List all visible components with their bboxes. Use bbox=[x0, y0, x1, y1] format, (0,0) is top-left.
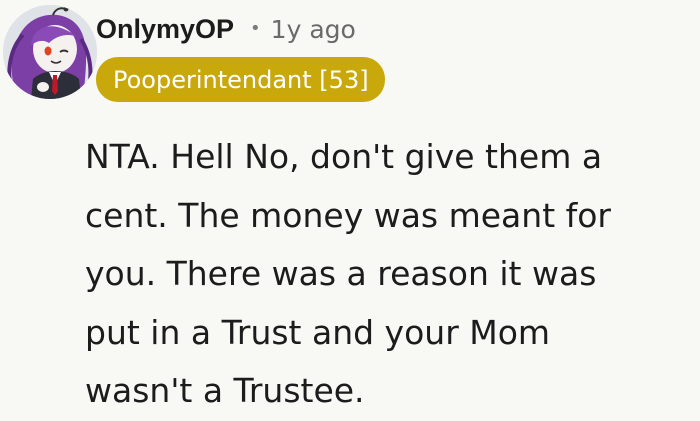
comment-meta: OnlymyOP • 1y ago bbox=[96, 9, 356, 49]
comment-body-line: wasn't a Trustee. bbox=[85, 371, 365, 410]
comment-body-line: cent. The money was meant for bbox=[85, 195, 612, 235]
avatar-icon bbox=[3, 5, 97, 99]
user-avatar[interactable] bbox=[3, 5, 97, 99]
meta-separator: • bbox=[250, 17, 261, 39]
timestamp[interactable]: 1y ago bbox=[271, 15, 356, 44]
user-flair-badge: Pooperintendant [53] bbox=[96, 57, 385, 102]
comment-body: NTA. Hell No, don't give them a cent. Th… bbox=[85, 128, 685, 421]
comment-body-line: put in a Trust and your Mom bbox=[85, 312, 551, 352]
comment-body-line: NTA. Hell No, don't give them a bbox=[85, 137, 603, 176]
comment-body-line: you. There was a reason it was bbox=[85, 254, 597, 293]
username-link[interactable]: OnlymyOP bbox=[96, 14, 234, 45]
comment: OnlymyOP • 1y ago Pooperintendant [53] N… bbox=[0, 0, 700, 419]
